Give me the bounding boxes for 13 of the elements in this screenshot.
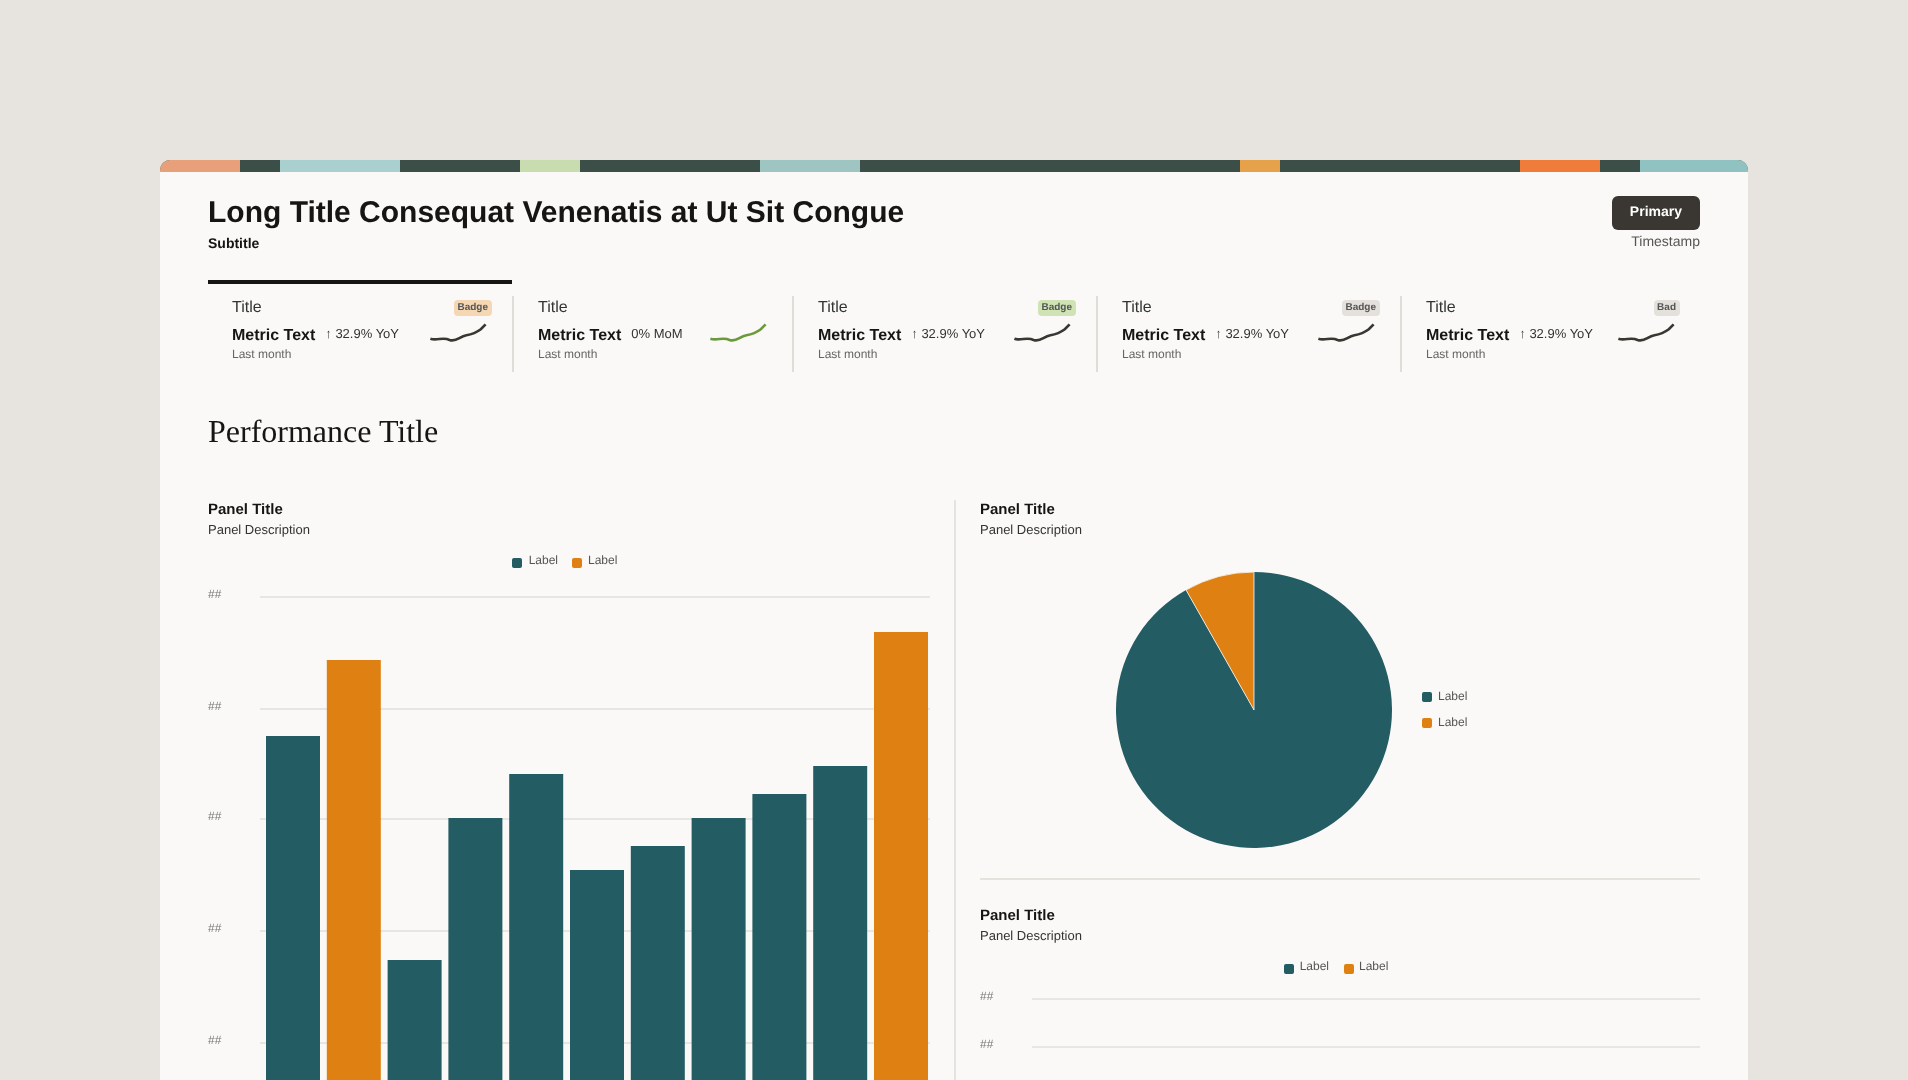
metric-value: Metric Text (1122, 325, 1206, 343)
metric-value: Metric Text (1426, 325, 1510, 343)
metric-title: Title (538, 298, 568, 316)
metric-title: Title (232, 298, 262, 316)
bar (387, 960, 442, 1080)
metric-title: Title (1122, 298, 1152, 316)
metric-value: Metric Text (538, 325, 622, 343)
section-title: Performance Title (208, 416, 441, 452)
metric-value: Metric Text (818, 325, 902, 343)
metric-value: Metric Text (232, 325, 316, 343)
page-title: Long Title Consequat Venenatis at Ut Sit Congue (208, 196, 905, 232)
metric-title: Title (818, 298, 848, 316)
metric-title: Title (1426, 298, 1456, 316)
